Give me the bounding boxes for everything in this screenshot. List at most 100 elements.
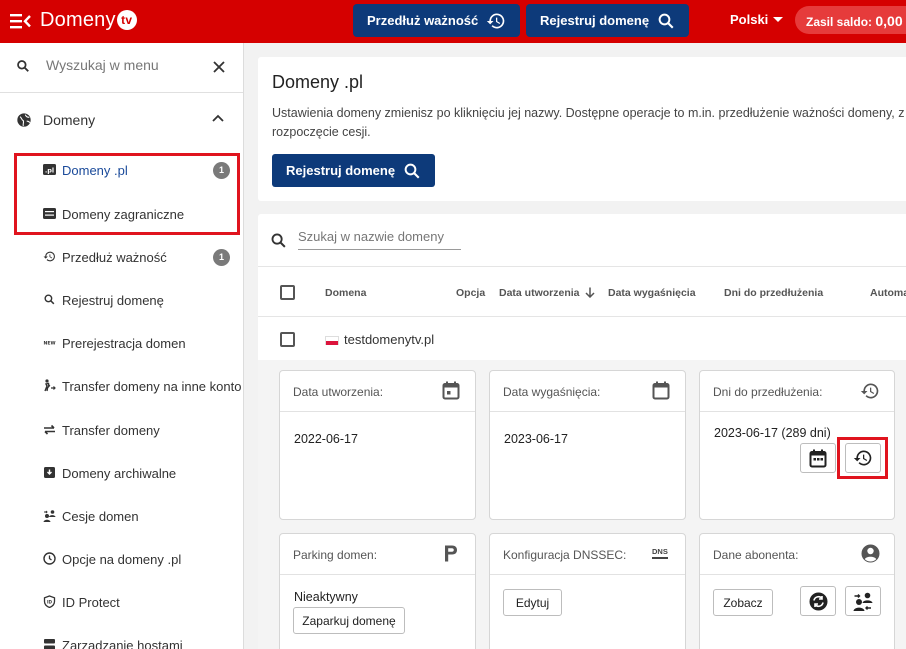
edit-dnssec-button[interactable]: Edytuj xyxy=(503,589,562,616)
sidebar-item-transfer-to-account[interactable]: Transfer domeny na inne konto xyxy=(0,366,243,406)
history-icon xyxy=(43,251,55,262)
sidebar-item-extend-validity[interactable]: Przedłuż ważność 1 xyxy=(0,237,243,277)
row-checkbox[interactable] xyxy=(280,332,295,347)
sidebar-item-label: ID Protect xyxy=(62,595,120,610)
sidebar-item-label: Opcje na domeny .pl xyxy=(62,552,182,567)
history-icon xyxy=(853,450,872,466)
page-title: Domeny .pl xyxy=(272,72,364,92)
parking-label: Parking domen: xyxy=(293,548,378,562)
column-created[interactable]: Data utworzenia xyxy=(499,287,595,299)
select-all-checkbox[interactable] xyxy=(280,285,295,300)
search-icon xyxy=(658,13,674,28)
search-icon xyxy=(17,60,29,72)
search-icon xyxy=(44,294,55,305)
sidebar-item-label: Domeny archiwalne xyxy=(62,466,177,481)
svg-text:NEW: NEW xyxy=(43,341,55,347)
sidebar-item-host-management[interactable]: Zarządzanie hostami xyxy=(0,625,243,649)
expiry-date-box: Data wygaśnięcia: 2023-06-17 xyxy=(489,370,686,520)
sidebar-item-preregistration[interactable]: NEW Prerejestracja domen xyxy=(0,323,243,363)
calendar-icon xyxy=(809,449,827,467)
table-row: testdomenytv.pl xyxy=(258,318,906,360)
chevron-up-icon xyxy=(212,114,224,122)
sidebar-group-domains[interactable]: Domeny xyxy=(0,99,243,141)
sidebar-search xyxy=(0,43,243,93)
sidebar-item-foreign-domains[interactable]: Domeny zagraniczne xyxy=(0,194,243,234)
renew-now-button[interactable] xyxy=(845,443,881,473)
parking-box: Parking domen: Nieaktywny Zaparkuj domen… xyxy=(279,533,476,649)
people-swap-icon xyxy=(853,592,873,611)
domain-name-link[interactable]: testdomenytv.pl xyxy=(344,332,434,347)
page-header-card: Domeny .pl Ustawienia domeny zmienisz po… xyxy=(258,57,906,201)
sidebar: Domeny .pl Domeny .pl 1 Domeny zagranicz… xyxy=(0,43,244,649)
search-icon xyxy=(404,163,420,178)
domain-search-input[interactable] xyxy=(298,229,461,250)
top-bar: Domeny tv Przedłuż ważność Rejestruj dome… xyxy=(0,0,906,43)
sidebar-group-label: Domeny xyxy=(43,112,96,128)
server-icon xyxy=(44,639,55,649)
language-selector[interactable]: Polski xyxy=(730,12,784,27)
renewal-calendar-button[interactable] xyxy=(800,443,836,473)
extend-validity-button[interactable]: Przedłuż ważność xyxy=(353,4,521,37)
new-icon: NEW xyxy=(43,341,55,347)
menu-toggle-icon[interactable] xyxy=(10,12,32,30)
page-description: Ustawienia domeny zmienisz po kliknięciu… xyxy=(272,106,905,139)
sidebar-item-register-domain[interactable]: Rejestruj domenę xyxy=(0,280,243,320)
pl-tag-icon: .pl xyxy=(43,164,56,175)
column-option[interactable]: Opcja xyxy=(456,287,485,299)
sidebar-item-pl-domain-options[interactable]: Opcje na domeny .pl xyxy=(0,539,243,579)
sidebar-item-transfer-domain[interactable]: Transfer domeny xyxy=(0,410,243,450)
view-owner-button[interactable]: Zobacz xyxy=(713,589,773,616)
parking-icon xyxy=(445,545,457,562)
swap-arrows-icon xyxy=(44,424,55,435)
column-days-left[interactable]: Dni do przedłużenia xyxy=(724,287,823,299)
top-up-balance-button[interactable]: Zasil saldo: 0,00 PLN xyxy=(795,6,906,34)
account-circle-icon xyxy=(861,544,880,563)
count-badge: 1 xyxy=(213,162,230,179)
dnssec-label: Konfiguracja DNSSEC: xyxy=(503,548,627,562)
sidebar-item-domain-cessions[interactable]: Cesje domen xyxy=(0,496,243,536)
owner-box: Dane abonenta: Zobacz xyxy=(699,533,895,649)
sidebar-item-label: Rejestruj domenę xyxy=(62,293,164,308)
history-icon xyxy=(487,13,505,28)
sidebar-item-label: Cesje domen xyxy=(62,509,139,524)
register-domain-button[interactable]: Rejestruj domenę xyxy=(272,154,436,187)
transfer-person-icon xyxy=(44,379,56,392)
calendar-icon xyxy=(442,381,460,400)
register-domain-button[interactable]: Rejestruj domenę xyxy=(526,4,690,37)
sync-owner-button[interactable] xyxy=(800,586,836,616)
column-auto[interactable]: Automa xyxy=(870,287,906,299)
column-expires[interactable]: Data wygaśnięcia xyxy=(608,287,696,299)
dns-icon: DNS xyxy=(652,547,668,559)
svg-text:.pl: .pl xyxy=(45,167,54,175)
sidebar-item-archived-domains[interactable]: Domeny archiwalne xyxy=(0,453,243,493)
column-domain[interactable]: Domena xyxy=(325,287,366,299)
logo[interactable]: Domeny tv xyxy=(40,9,137,32)
domain-details-panel: Data utworzenia: 2022-06-17 Data wygaśni… xyxy=(258,360,906,649)
poland-flag-icon xyxy=(325,336,339,345)
close-icon[interactable] xyxy=(213,61,225,73)
domain-search xyxy=(258,214,906,267)
park-domain-button[interactable]: Zaparkuj domenę xyxy=(293,607,405,634)
sidebar-item-id-protect[interactable]: ID ID Protect xyxy=(0,582,243,622)
foreign-domains-icon xyxy=(43,208,56,219)
renewal-label: Dni do przedłużenia: xyxy=(713,385,823,399)
sidebar-item-label: Transfer domeny xyxy=(62,423,160,438)
svg-text:ID: ID xyxy=(47,600,53,605)
sidebar-item-label: Transfer domeny na inne konto xyxy=(62,379,242,394)
caret-down-icon xyxy=(773,17,784,22)
created-date-value: 2022-06-17 xyxy=(294,432,358,446)
archive-icon xyxy=(44,467,55,478)
sidebar-item-label: Domeny zagraniczne xyxy=(62,207,185,222)
change-owner-button[interactable] xyxy=(845,586,881,616)
dnssec-box: Konfiguracja DNSSEC: DNS Edytuj xyxy=(489,533,686,649)
count-badge: 1 xyxy=(213,249,230,266)
sidebar-item-domeny-pl[interactable]: .pl Domeny .pl 1 xyxy=(0,150,243,190)
created-date-box: Data utworzenia: 2022-06-17 xyxy=(279,370,476,520)
expiry-date-label: Data wygaśnięcia: xyxy=(503,385,601,399)
sidebar-search-input[interactable] xyxy=(46,57,206,73)
search-icon xyxy=(271,233,286,248)
domain-list-card: Domena Opcja Data utworzenia Data wygaśn… xyxy=(258,214,906,649)
calendar-icon xyxy=(652,381,670,400)
sort-arrow-down-icon xyxy=(585,287,595,299)
sidebar-item-label: Zarządzanie hostami xyxy=(62,638,183,649)
